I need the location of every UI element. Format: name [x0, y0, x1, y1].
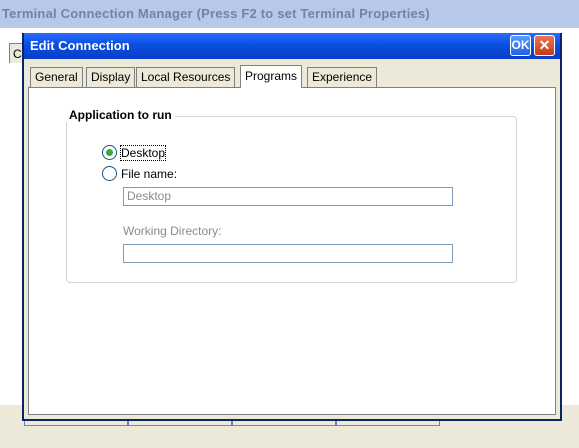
tab-general[interactable]: General — [30, 67, 83, 87]
file-name-radio-label[interactable]: File name: — [121, 167, 177, 181]
background-window-title: Terminal Connection Manager (Press F2 to… — [0, 0, 579, 28]
tab-programs[interactable]: Programs — [240, 65, 303, 88]
group-label: Application to run — [66, 108, 175, 122]
working-directory-label: Working Directory: — [123, 224, 222, 238]
dialog-title: Edit Connection — [30, 38, 130, 53]
dialog-titlebar[interactable]: Edit Connection OK ✕ — [24, 33, 560, 59]
desktop-radio-label[interactable]: Desktop — [119, 145, 167, 161]
tab-experience[interactable]: Experience — [307, 67, 378, 87]
close-icon: ✕ — [538, 37, 551, 53]
working-directory-field[interactable] — [123, 244, 453, 263]
radio-selected-dot — [106, 149, 113, 156]
close-button[interactable]: ✕ — [534, 35, 555, 56]
desktop-radio[interactable] — [102, 145, 117, 160]
file-name-radio[interactable] — [102, 166, 117, 181]
ok-button[interactable]: OK — [510, 35, 531, 56]
programs-panel: Application to run Desktop File name: De… — [28, 87, 556, 415]
tab-local-resources[interactable]: Local Resources — [136, 67, 236, 87]
file-name-field[interactable]: Desktop — [123, 187, 453, 206]
edit-connection-dialog: Edit Connection OK ✕ General Display Loc… — [22, 33, 562, 421]
tab-display[interactable]: Display — [86, 67, 136, 87]
